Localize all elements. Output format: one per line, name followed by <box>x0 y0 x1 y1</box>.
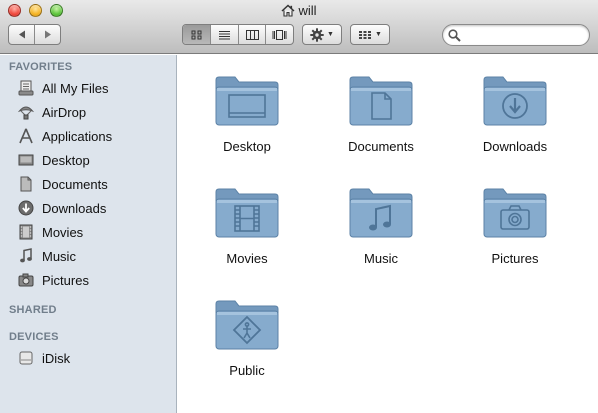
sidebar-item-desktop[interactable]: Desktop <box>0 148 176 172</box>
downloads-icon <box>17 199 35 217</box>
folder-pictures[interactable]: Pictures <box>460 183 570 273</box>
arrange-grid-icon <box>359 30 372 39</box>
sidebar-item-label: Desktop <box>42 152 90 168</box>
forward-arrow-icon <box>44 30 51 39</box>
folder-movies[interactable]: Movies <box>192 183 302 273</box>
folder-label: Public <box>229 363 265 378</box>
sidebar-item-idisk[interactable]: iDisk <box>0 346 176 370</box>
music-folder-icon <box>349 188 413 238</box>
sidebar-item-airdrop[interactable]: AirDrop <box>0 100 176 124</box>
music-icon <box>17 247 35 265</box>
action-menu-button[interactable]: ▼ <box>302 24 342 45</box>
sidebar-item-label: Downloads <box>42 200 107 216</box>
sidebar-item-label: AirDrop <box>42 104 87 120</box>
folder-label: Movies <box>226 251 268 266</box>
documents-folder-icon <box>349 76 413 126</box>
folder-label: Downloads <box>482 139 548 154</box>
desktop-folder-icon <box>215 76 279 126</box>
toolbar: will ▼ ▼ <box>0 0 598 54</box>
desktop-icon <box>17 151 35 169</box>
folder-desktop[interactable]: Desktop <box>192 71 302 161</box>
devices-header: DEVICES <box>9 331 59 343</box>
pictures-folder-icon <box>483 188 547 238</box>
favorites-header: FAVORITES <box>9 61 73 73</box>
movies-folder-icon <box>215 188 279 238</box>
chevron-down-icon: ▼ <box>375 31 382 38</box>
coverflow-view-button[interactable] <box>265 25 293 44</box>
window-title: will <box>0 3 598 20</box>
window-title-text: will <box>298 3 317 18</box>
folder-label: Music <box>364 251 398 266</box>
sidebar-item-all-my-files[interactable]: All My Files <box>0 76 176 100</box>
sidebar-item-label: Applications <box>42 128 113 144</box>
icon-view-button[interactable] <box>183 25 211 44</box>
downloads-folder-icon <box>483 76 547 126</box>
movies-icon <box>17 223 35 241</box>
sidebar-item-label: Documents <box>42 176 108 192</box>
folder-downloads[interactable]: Downloads <box>460 71 570 161</box>
pictures-icon <box>17 271 35 289</box>
public-folder-icon <box>215 300 279 350</box>
sidebar-item-label: Music <box>42 248 76 264</box>
sidebar-item-movies[interactable]: Movies <box>0 220 176 244</box>
documents-icon <box>17 175 35 193</box>
back-forward-buttons <box>8 24 61 45</box>
sidebar: FAVORITES All My Files AirDrop Applicati… <box>0 55 177 413</box>
shared-header: SHARED <box>9 304 57 316</box>
file-grid: Desktop Documents Downloads Movies Music… <box>178 55 598 413</box>
search-input[interactable] <box>465 27 583 43</box>
search-field[interactable] <box>442 24 590 46</box>
sidebar-item-downloads[interactable]: Downloads <box>0 196 176 220</box>
folder-label: Pictures <box>491 251 539 266</box>
search-icon <box>448 29 461 42</box>
sidebar-item-label: iDisk <box>42 350 71 366</box>
applications-icon <box>17 127 35 145</box>
sidebar-item-label: Movies <box>42 224 84 240</box>
column-view-icon <box>245 29 259 40</box>
sidebar-item-pictures[interactable]: Pictures <box>0 268 176 292</box>
sidebar-item-music[interactable]: Music <box>0 244 176 268</box>
folder-label: Desktop <box>223 139 271 154</box>
list-view-button[interactable] <box>210 25 238 44</box>
view-mode-selector <box>182 24 294 45</box>
sidebar-item-applications[interactable]: Applications <box>0 124 176 148</box>
folder-documents[interactable]: Documents <box>326 71 436 161</box>
forward-button[interactable] <box>34 25 60 44</box>
all-my-files-icon <box>17 79 35 97</box>
arrange-menu-button[interactable]: ▼ <box>350 24 390 45</box>
icon-view-icon <box>191 30 202 39</box>
home-icon <box>281 4 295 20</box>
back-button[interactable] <box>9 25 34 44</box>
sidebar-item-label: All My Files <box>42 80 109 96</box>
sidebar-item-label: Pictures <box>42 272 89 288</box>
sidebar-item-documents[interactable]: Documents <box>0 172 176 196</box>
folder-label: Documents <box>348 139 414 154</box>
folder-public[interactable]: Public <box>192 295 302 385</box>
list-view-icon <box>219 30 231 39</box>
airdrop-icon <box>17 103 35 121</box>
finder-window: will ▼ ▼ FAVORITES All My Files AirDrop … <box>0 0 598 413</box>
back-arrow-icon <box>18 30 25 39</box>
gear-icon <box>310 27 324 42</box>
folder-music[interactable]: Music <box>326 183 436 273</box>
coverflow-view-icon <box>272 29 287 40</box>
column-view-button[interactable] <box>237 25 266 44</box>
idisk-icon <box>17 349 35 367</box>
chevron-down-icon: ▼ <box>327 31 334 38</box>
